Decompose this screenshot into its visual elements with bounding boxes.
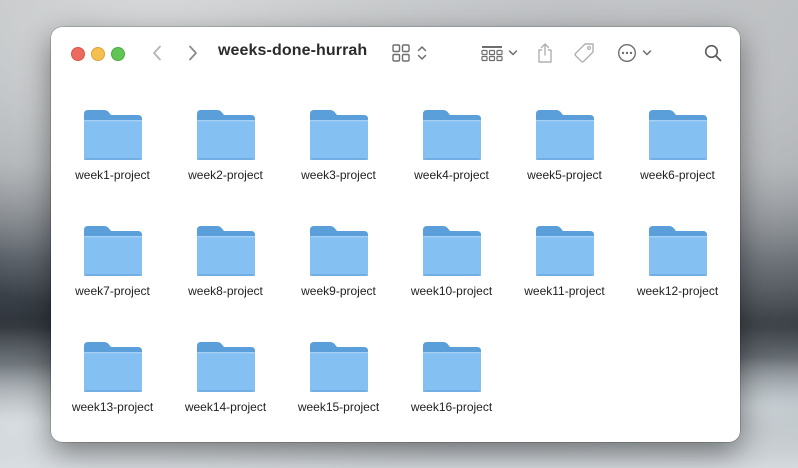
folder-item[interactable]: week6-project <box>621 100 734 216</box>
folder-item[interactable]: week7-project <box>56 216 169 332</box>
folder-icon <box>309 110 368 160</box>
share-icon <box>538 43 552 63</box>
folder-label: week1-project <box>75 168 150 182</box>
toolbar: weeks-done-hurrah <box>51 27 740 79</box>
folder-item[interactable]: week10-project <box>395 216 508 332</box>
folder-label: week2-project <box>188 168 263 182</box>
tag-icon <box>574 43 594 63</box>
chevron-up-down-icon <box>417 46 427 60</box>
folder-item[interactable]: week3-project <box>282 100 395 216</box>
folder-icon <box>83 226 142 276</box>
folder-label: week16-project <box>410 400 493 414</box>
magnifying-glass-icon <box>704 44 722 62</box>
zoom-button[interactable] <box>111 47 125 61</box>
folder-label: week13-project <box>71 400 154 414</box>
view-mode-button[interactable] <box>389 40 431 66</box>
folder-item[interactable]: week14-project <box>169 332 282 442</box>
folder-item[interactable]: week1-project <box>56 100 169 216</box>
icon-grid-icon <box>392 44 410 62</box>
folder-label: week8-project <box>188 284 263 298</box>
folder-icon <box>648 110 707 160</box>
folder-icon <box>196 110 255 160</box>
window-title: weeks-done-hurrah <box>218 42 368 59</box>
group-by-button[interactable] <box>479 40 519 66</box>
chevron-down-icon <box>508 50 517 56</box>
folder-icon <box>83 342 142 392</box>
folder-item[interactable]: week4-project <box>395 100 508 216</box>
chevron-right-icon <box>189 45 197 61</box>
folder-icon <box>535 226 594 276</box>
folder-item[interactable]: week12-project <box>621 216 734 332</box>
folder-icon <box>309 342 368 392</box>
folder-icon <box>648 226 707 276</box>
folder-label: week10-project <box>410 284 493 298</box>
folder-item[interactable]: week8-project <box>169 216 282 332</box>
folder-icon <box>83 110 142 160</box>
folder-icon <box>196 342 255 392</box>
folder-item[interactable]: week16-project <box>395 332 508 442</box>
folder-label: week6-project <box>640 168 715 182</box>
folder-label: week7-project <box>75 284 150 298</box>
folder-label: week5-project <box>527 168 602 182</box>
folder-label: week11-project <box>524 284 605 298</box>
folder-label: week15-project <box>297 400 380 414</box>
folder-item[interactable]: week15-project <box>282 332 395 442</box>
folder-label: week14-project <box>184 400 267 414</box>
folder-item[interactable]: week9-project <box>282 216 395 332</box>
folder-icon <box>422 226 481 276</box>
folder-label: week12-project <box>636 284 719 298</box>
folder-icon <box>196 226 255 276</box>
folder-icon <box>422 342 481 392</box>
forward-button[interactable] <box>181 41 205 65</box>
folder-icon <box>535 110 594 160</box>
close-button[interactable] <box>71 47 85 61</box>
folder-item[interactable]: week13-project <box>56 332 169 442</box>
share-button[interactable] <box>533 40 557 66</box>
folder-item[interactable]: week5-project <box>508 100 621 216</box>
more-actions-button[interactable] <box>614 40 654 66</box>
folder-label: week9-project <box>301 284 376 298</box>
folder-label: week4-project <box>414 168 489 182</box>
chevron-left-icon <box>153 45 161 61</box>
tag-button[interactable] <box>571 40 597 66</box>
folder-grid: week1-project week2-project week3-projec… <box>56 100 736 442</box>
ellipsis-circle-icon <box>617 43 636 63</box>
folder-icon <box>422 110 481 160</box>
folder-item[interactable]: week2-project <box>169 100 282 216</box>
finder-window: weeks-done-hurrah week1-project week2-pr… <box>51 27 740 442</box>
folder-icon <box>309 226 368 276</box>
search-button[interactable] <box>701 40 725 66</box>
folder-item[interactable]: week11-project <box>508 216 621 332</box>
group-by-icon <box>480 46 503 62</box>
folder-label: week3-project <box>301 168 376 182</box>
back-button[interactable] <box>145 41 169 65</box>
chevron-down-icon <box>642 50 651 56</box>
minimize-button[interactable] <box>91 47 105 61</box>
